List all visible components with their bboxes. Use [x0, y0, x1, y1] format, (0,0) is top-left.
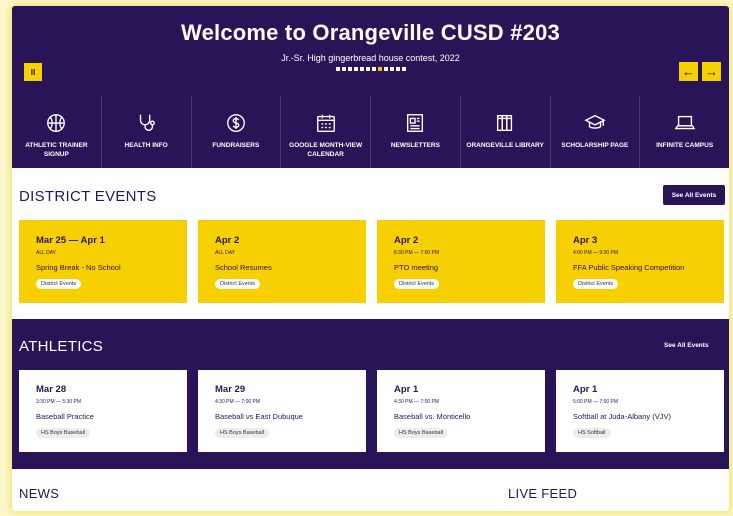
quicklink-label: GOOGLE MONTH-VIEW CALENDAR	[289, 142, 363, 158]
event-date: Apr 2	[215, 235, 240, 246]
slide-dot[interactable]	[335, 67, 340, 71]
event-card[interactable]: Mar 25 — Apr 1 ALL DAY Spring Break - No…	[19, 220, 187, 303]
event-category-tag[interactable]: HS Boys Baseball	[36, 428, 91, 438]
district-events-heading: DISTRICT EVENTS	[19, 188, 157, 205]
calendar-icon	[315, 112, 337, 134]
pause-button[interactable]: II	[24, 63, 42, 81]
event-category-tag[interactable]: HS Boys Baseball	[215, 428, 270, 438]
event-time: 4:30 PM — 7:00 PM	[215, 399, 261, 405]
event-name: Baseball vs East Dubuque	[215, 412, 303, 421]
event-name: School Resumes	[215, 263, 272, 272]
event-name: Baseball Practice	[36, 412, 94, 421]
pause-icon: II	[30, 67, 36, 77]
athletics-heading: ATHLETICS	[19, 338, 104, 355]
slide-dot[interactable]	[347, 67, 352, 71]
quicklink-label: INFINITE CAMPUS	[656, 142, 714, 149]
event-category-tag[interactable]: HS Boys Baseball	[394, 428, 449, 438]
athletics-event-card[interactable]: Apr 1 5:00 PM — 7:00 PM Softball at Juda…	[556, 370, 724, 452]
event-category-tag[interactable]: District Events	[394, 279, 440, 289]
district-events-list: Mar 25 — Apr 1 ALL DAY Spring Break - No…	[19, 220, 724, 303]
quicklink-orangeville-library[interactable]: ORANGEVILLE LIBRARY	[459, 96, 550, 168]
event-time: 3:30 PM — 5:30 PM	[36, 399, 82, 405]
quicklink-label: SCHOLARSHIP PAGE	[561, 142, 629, 149]
event-time: 4:00 PM — 9:00 PM	[573, 250, 619, 256]
athletics-event-card[interactable]: Mar 28 3:30 PM — 5:30 PM Baseball Practi…	[19, 370, 187, 452]
event-name: PTO meeting	[394, 263, 439, 272]
quicklink-infinite-campus[interactable]: INFINITE CAMPUS	[639, 96, 729, 168]
quicklink-health-info[interactable]: HEALTH INFO	[100, 96, 191, 168]
event-category-tag[interactable]: District Events	[215, 279, 261, 289]
quicklink-google-calendar[interactable]: GOOGLE MONTH-VIEW CALENDAR	[280, 96, 370, 168]
district-see-all-button[interactable]: See All Events	[663, 185, 725, 205]
hero-slideshow: Welcome to Orangeville CUSD #203 Jr.-Sr.…	[12, 6, 729, 96]
event-time: ALL DAY	[36, 250, 57, 256]
slide-dot[interactable]	[341, 67, 346, 71]
slide-dot[interactable]	[395, 67, 400, 71]
quicklink-label: HEALTH INFO	[124, 142, 168, 149]
slide-dot[interactable]	[383, 67, 388, 71]
books-icon	[494, 112, 516, 134]
slide-dot[interactable]	[389, 67, 394, 71]
athletics-events-list: Mar 28 3:30 PM — 5:30 PM Baseball Practi…	[19, 370, 724, 452]
previous-slide-button[interactable]: ←	[679, 62, 698, 81]
event-time: ALL DAY	[215, 250, 236, 256]
live-feed-heading: LIVE FEED	[508, 486, 578, 501]
event-name: Softball at Juda-Albany (VJV)	[573, 412, 671, 421]
basketball-icon	[45, 112, 67, 134]
event-category-tag[interactable]: HS Softball	[573, 428, 611, 438]
event-card[interactable]: Apr 2 ALL DAY School Resumes District Ev…	[198, 220, 366, 303]
quicklink-label: FUNDRAISERS	[212, 142, 260, 149]
slide-indicators	[12, 67, 729, 71]
news-heading: NEWS	[19, 486, 60, 501]
athletics-event-card[interactable]: Apr 1 4:30 PM — 7:00 PM Baseball vs. Mon…	[377, 370, 545, 452]
page-title: Welcome to Orangeville CUSD #203	[181, 20, 560, 45]
slide-dot-active[interactable]	[377, 67, 382, 71]
event-date: Apr 2	[394, 235, 419, 246]
slide-dot[interactable]	[353, 67, 358, 71]
event-card[interactable]: Apr 2 6:30 PM — 7:00 PM PTO meeting Dist…	[377, 220, 545, 303]
event-date: Apr 3	[573, 235, 598, 246]
graduation-cap-icon	[584, 112, 606, 134]
quick-links: ATHLETIC TRAINER SIGNUP HEALTH INFO FUND…	[12, 96, 729, 168]
slide-dot[interactable]	[371, 67, 376, 71]
event-date: Mar 28	[36, 384, 67, 395]
laptop-icon	[674, 112, 696, 134]
quicklink-label: ATHLETIC TRAINER SIGNUP	[25, 142, 88, 158]
event-date: Mar 29	[215, 384, 246, 395]
next-slide-button[interactable]: →	[702, 62, 721, 81]
slide-dot[interactable]	[359, 67, 364, 71]
event-time: 5:00 PM — 7:00 PM	[573, 399, 619, 405]
athletics-section: ATHLETICS See All Events Mar 28 3:30 PM …	[12, 319, 729, 469]
slide-dot[interactable]	[401, 67, 406, 71]
event-date: Apr 1	[573, 384, 598, 395]
event-category-tag[interactable]: District Events	[36, 279, 82, 289]
event-date: Apr 1	[394, 384, 419, 395]
dollar-icon	[225, 112, 247, 134]
quicklink-label: ORANGEVILLE LIBRARY	[466, 142, 544, 149]
quicklink-label: NEWSLETTERS	[390, 142, 440, 149]
event-date: Mar 25 — Apr 1	[36, 235, 105, 246]
quicklink-athletic-trainer-signup[interactable]: ATHLETIC TRAINER SIGNUP	[12, 96, 101, 168]
slide-caption: Jr.-Sr. High gingerbread house contest, …	[281, 53, 460, 63]
athletics-event-card[interactable]: Mar 29 4:30 PM — 7:00 PM Baseball vs Eas…	[198, 370, 366, 452]
quicklink-scholarship-page[interactable]: SCHOLARSHIP PAGE	[549, 96, 640, 168]
event-category-tag[interactable]: District Events	[573, 279, 619, 289]
athletics-see-all-button[interactable]: See All Events	[664, 342, 709, 349]
page-frame: Welcome to Orangeville CUSD #203 Jr.-Sr.…	[12, 6, 729, 511]
event-name: Spring Break - No School	[36, 263, 121, 272]
quicklink-fundraisers[interactable]: FUNDRAISERS	[190, 96, 281, 168]
event-time: 4:30 PM — 7:00 PM	[394, 399, 440, 405]
event-name: Baseball vs. Monticello	[394, 412, 471, 421]
event-card[interactable]: Apr 3 4:00 PM — 9:00 PM FFA Public Speak…	[556, 220, 724, 303]
event-name: FFA Public Speaking Competition	[573, 263, 685, 272]
slide-dot[interactable]	[365, 67, 370, 71]
event-time: 6:30 PM — 7:00 PM	[394, 250, 440, 256]
newsletter-icon	[404, 112, 426, 134]
quicklink-newsletters[interactable]: NEWSLETTERS	[370, 96, 460, 168]
stethoscope-icon	[135, 112, 157, 134]
